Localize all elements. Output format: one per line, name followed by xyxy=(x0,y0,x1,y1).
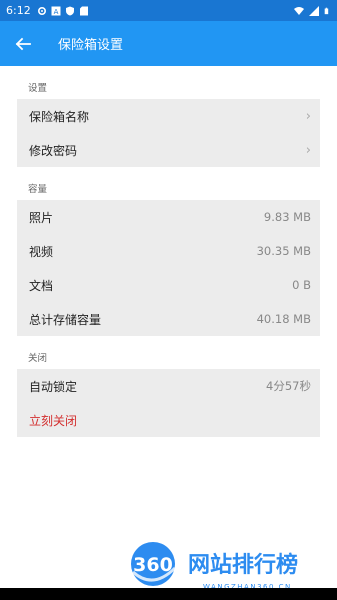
gear-icon xyxy=(37,6,46,15)
app-bar: 保险箱设置 xyxy=(0,21,337,66)
svg-text:网站排行榜: 网站排行榜 xyxy=(188,552,298,578)
battery-icon xyxy=(324,7,329,14)
auto-lock-row[interactable]: 自动锁定 4分57秒 xyxy=(17,369,320,403)
svg-text:A: A xyxy=(53,8,58,16)
photos-size: 9.83 MB xyxy=(263,210,311,224)
back-button[interactable] xyxy=(0,21,46,66)
vault-name-label: 保险箱名称 xyxy=(29,109,90,124)
close-now-row[interactable]: 立刻关闭 xyxy=(17,403,320,437)
section-label-capacity: 容量 xyxy=(28,184,48,195)
screen: 6:12 A 保险箱设置 设置 保险箱名称 › 修改密码 › 容量 照片 9.8… xyxy=(0,0,337,600)
signal-icon xyxy=(309,5,319,16)
settings-content: 设置 保险箱名称 › 修改密码 › 容量 照片 9.83 MB 视频 30.35… xyxy=(17,66,320,437)
page-title: 保险箱设置 xyxy=(58,38,124,53)
section-label-settings: 设置 xyxy=(28,83,48,94)
videos-row: 视频 30.35 MB xyxy=(17,234,320,268)
auto-lock-label: 自动锁定 xyxy=(29,379,78,394)
documents-size: 0 B xyxy=(292,278,311,292)
close-group: 自动锁定 4分57秒 立刻关闭 xyxy=(17,369,320,437)
auto-lock-value: 4分57秒 xyxy=(266,379,311,393)
chevron-right-icon: › xyxy=(305,142,311,158)
photos-label: 照片 xyxy=(29,210,54,225)
photos-row: 照片 9.83 MB xyxy=(17,200,320,234)
videos-label: 视频 xyxy=(29,244,54,259)
documents-row: 文档 0 B xyxy=(17,268,320,302)
navigation-bar xyxy=(0,588,337,600)
chevron-right-icon: › xyxy=(305,108,311,124)
total-storage-size: 40.18 MB xyxy=(256,312,311,326)
arrow-left-icon xyxy=(15,37,31,50)
documents-label: 文档 xyxy=(29,278,54,293)
change-password-row[interactable]: 修改密码 › xyxy=(17,133,320,167)
videos-size: 30.35 MB xyxy=(256,244,311,258)
section-label-close: 关闭 xyxy=(28,353,48,364)
close-now-label: 立刻关闭 xyxy=(29,413,78,428)
sd-card-icon xyxy=(79,6,88,15)
a-box-icon: A xyxy=(51,6,61,16)
capacity-group: 照片 9.83 MB 视频 30.35 MB 文档 0 B 总计存储容量 40.… xyxy=(17,200,320,336)
svg-text:360: 360 xyxy=(133,554,173,576)
total-storage-label: 总计存储容量 xyxy=(29,312,102,327)
total-storage-row: 总计存储容量 40.18 MB xyxy=(17,302,320,336)
change-password-label: 修改密码 xyxy=(29,143,78,158)
shield-icon xyxy=(65,6,74,15)
wifi-icon xyxy=(294,6,304,15)
status-bar: 6:12 A xyxy=(0,0,337,21)
vault-name-row[interactable]: 保险箱名称 › xyxy=(17,99,320,133)
status-time: 6:12 xyxy=(6,4,31,17)
settings-group: 保险箱名称 › 修改密码 › xyxy=(17,99,320,167)
